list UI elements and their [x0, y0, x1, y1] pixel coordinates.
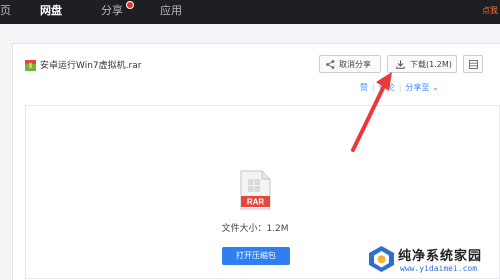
watermark-title: 纯净系统家园 [398, 249, 483, 264]
watermark-url: www.yidaimei.com [400, 264, 478, 273]
annotation-arrow [351, 72, 392, 152]
site-watermark: 纯净系统家园 www.yidaimei.com [368, 243, 498, 277]
watermark-logo-icon [369, 246, 394, 272]
